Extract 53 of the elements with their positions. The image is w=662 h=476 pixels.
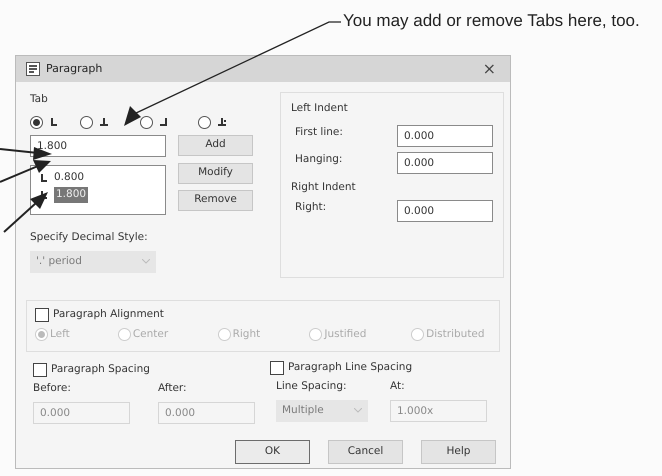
group-label: Right Indent	[291, 180, 357, 195]
list-item[interactable]: 0.800	[54, 170, 84, 186]
checkbox-label: Paragraph Alignment	[53, 307, 164, 322]
field-label: Right:	[295, 200, 326, 214]
field-label: At:	[390, 378, 406, 394]
callout-text: You may add or remove Tabs here, too.	[343, 10, 640, 32]
left-tab-icon	[39, 173, 49, 184]
dialog-button[interactable]: Cancel	[328, 440, 403, 464]
tab-action-button[interactable]: Remove	[178, 190, 253, 211]
radio-label: Distributed	[426, 326, 485, 342]
paragraph-icon	[26, 62, 40, 76]
field-label: Hanging:	[295, 152, 342, 167]
indent-field[interactable]: 0.000	[397, 124, 493, 147]
checkbox-label: Paragraph Spacing	[51, 362, 150, 377]
tab-position-field[interactable]: 1.800	[30, 134, 166, 157]
list-item[interactable]: 1.800	[54, 187, 88, 204]
group-label: Left Indent	[291, 101, 349, 116]
pointer-arrow	[3, 192, 48, 233]
tab-action-button[interactable]: Add	[178, 134, 253, 156]
field-label: Before:	[33, 380, 72, 396]
field-label: Line Spacing:	[276, 378, 348, 394]
caret-icon	[142, 259, 150, 264]
decimal-tab-icon	[217, 117, 227, 128]
tab-stop-list[interactable]: 0.800 1.800	[30, 164, 166, 215]
radio-label: Center	[132, 326, 168, 342]
window-title: Paragraph	[46, 60, 104, 77]
close-button[interactable]: ×	[478, 61, 500, 77]
tab-action-button[interactable]: Modify	[178, 162, 253, 184]
checkbox[interactable]	[35, 308, 49, 322]
radio-label: Right	[232, 326, 260, 342]
radio-button[interactable]	[198, 116, 211, 129]
radio-button[interactable]	[140, 116, 153, 129]
radio-button[interactable]	[80, 116, 93, 129]
field-label: After:	[158, 380, 188, 396]
checkbox[interactable]	[270, 360, 284, 375]
right-tab-icon	[159, 117, 169, 128]
field-label: First line:	[295, 124, 343, 140]
indent-field[interactable]: 0.000	[397, 152, 493, 174]
dropdown-value: Multiple	[282, 402, 324, 418]
center-tab-icon	[99, 117, 109, 128]
dialog-button[interactable]: OK	[235, 440, 310, 464]
dialog-button[interactable]: Help	[421, 440, 496, 464]
checkbox[interactable]	[33, 362, 47, 377]
left-tab-icon	[49, 117, 59, 128]
dropdown-value: '.' period	[36, 254, 82, 269]
caret-icon	[354, 408, 362, 413]
radio-label: Left	[50, 326, 70, 342]
radio-button[interactable]	[30, 116, 43, 129]
indent-field[interactable]: 0.000	[397, 200, 493, 222]
checkbox-label: Paragraph Line Spacing	[288, 360, 412, 375]
field-label: Specify Decimal Style:	[30, 230, 149, 245]
group-label: Tab	[30, 92, 49, 107]
radio-label: Justified	[324, 326, 366, 342]
